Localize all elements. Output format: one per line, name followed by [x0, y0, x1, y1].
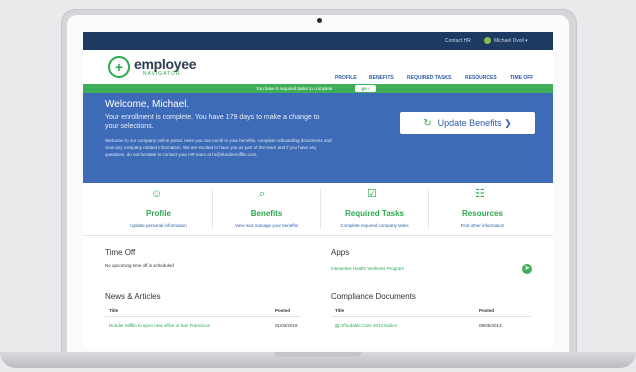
enrollment-status: Your enrollment is complete. You have 17… [105, 114, 320, 130]
checkbox-icon: ☑ [367, 188, 377, 200]
compliance-heading: Compliance Documents [331, 292, 416, 301]
nav-benefits[interactable]: BENEFITS [369, 75, 394, 81]
nav-profile[interactable]: PROFILE [335, 75, 357, 81]
tile-subtitle: View and manage your benefits [235, 223, 298, 228]
webcam-icon [317, 18, 322, 23]
tile-resources[interactable]: ☷ Resources Find other information [429, 183, 536, 235]
nav-resources[interactable]: RESOURCES [465, 75, 497, 81]
news-col-title: Title [109, 308, 119, 313]
tile-title: Profile [146, 209, 171, 218]
benefits-search-icon: ⌕ [259, 188, 266, 200]
news-col-posted: Posted [275, 308, 291, 313]
app-link-wellness[interactable]: Interactive Health Wellness Program [331, 266, 404, 271]
tile-subtitle: Complete required company tasks [340, 223, 409, 228]
file-icon: ▤ [335, 323, 340, 328]
compliance-row-posted: 09/05/2013 [479, 323, 502, 328]
news-heading: News & Articles [105, 292, 161, 301]
nav-time-off[interactable]: TIME OFF [510, 75, 533, 81]
alert-message: You have 5 required tasks to complete [256, 86, 333, 91]
avatar[interactable] [484, 37, 491, 44]
update-benefits-button[interactable]: ↻ Update Benefits ❯ [400, 112, 535, 134]
tile-subtitle: Update personal information [130, 223, 187, 228]
time-off-empty-message: No upcoming time off is scheduled [105, 263, 174, 268]
quick-links: ☺ Profile Update personal information ⌕ … [83, 183, 553, 236]
logo-wordmark[interactable]: employee [134, 56, 196, 72]
compliance-row-title[interactable]: ▤ Affordable Care 2013 Notice [335, 323, 397, 329]
laptop-notch [274, 352, 362, 357]
tile-profile[interactable]: ☺ Profile Update personal information [105, 183, 212, 235]
news-row-title[interactable]: Dunder Mifflin to open new office in San… [109, 323, 210, 328]
apps-heading: Apps [331, 248, 350, 257]
tile-title: Resources [462, 209, 503, 218]
time-off-heading: Time Off [105, 248, 136, 257]
user-menu[interactable]: Michael Dvoll ▾ [494, 38, 528, 44]
site-header: + employee NAVIGATOR PROFILE BENEFITS RE… [83, 50, 553, 84]
tile-subtitle: Find other information [460, 223, 505, 228]
welcome-banner: Welcome, Michael. Your enrollment is com… [83, 93, 553, 183]
person-icon: ☺ [151, 188, 163, 200]
compliance-divider [331, 316, 531, 317]
nav-required-tasks[interactable]: REQUIRED TASKS [407, 75, 451, 81]
compliance-col-posted: Posted [479, 308, 495, 313]
tile-required-tasks[interactable]: ☑ Required Tasks Complete required compa… [321, 183, 428, 235]
compliance-col-title: Title [335, 308, 345, 313]
refresh-icon: ↻ [423, 117, 432, 129]
contact-hr-link[interactable]: Contact HR [445, 38, 471, 44]
update-benefits-label: Update Benefits ❯ [437, 117, 512, 128]
news-row-posted: 01/03/2019 [275, 323, 298, 328]
document-icon: ☷ [475, 188, 485, 200]
required-tasks-alert: You have 5 required tasks to complete go… [83, 84, 553, 93]
tile-title: Required Tasks [345, 209, 404, 218]
logo-subtitle: NAVIGATOR [143, 71, 181, 77]
compass-logo-icon[interactable]: + [108, 56, 130, 78]
go-button[interactable]: go › [355, 85, 376, 92]
tile-title: Benefits [250, 209, 283, 218]
top-utility-bar: Contact HR Michael Dvoll ▾ [83, 32, 553, 50]
welcome-heading: Welcome, Michael. [105, 99, 190, 110]
news-divider [105, 316, 301, 317]
app-screen: Contact HR Michael Dvoll ▾ + employee NA… [83, 32, 553, 348]
arrow-right-icon[interactable]: ➤ [522, 264, 532, 274]
intro-text: Welcome to our company online portal. He… [105, 138, 332, 157]
compliance-row-title-text: Affordable Care 2013 Notice [340, 323, 397, 328]
tile-benefits[interactable]: ⌕ Benefits View and manage your benefits [213, 183, 320, 235]
